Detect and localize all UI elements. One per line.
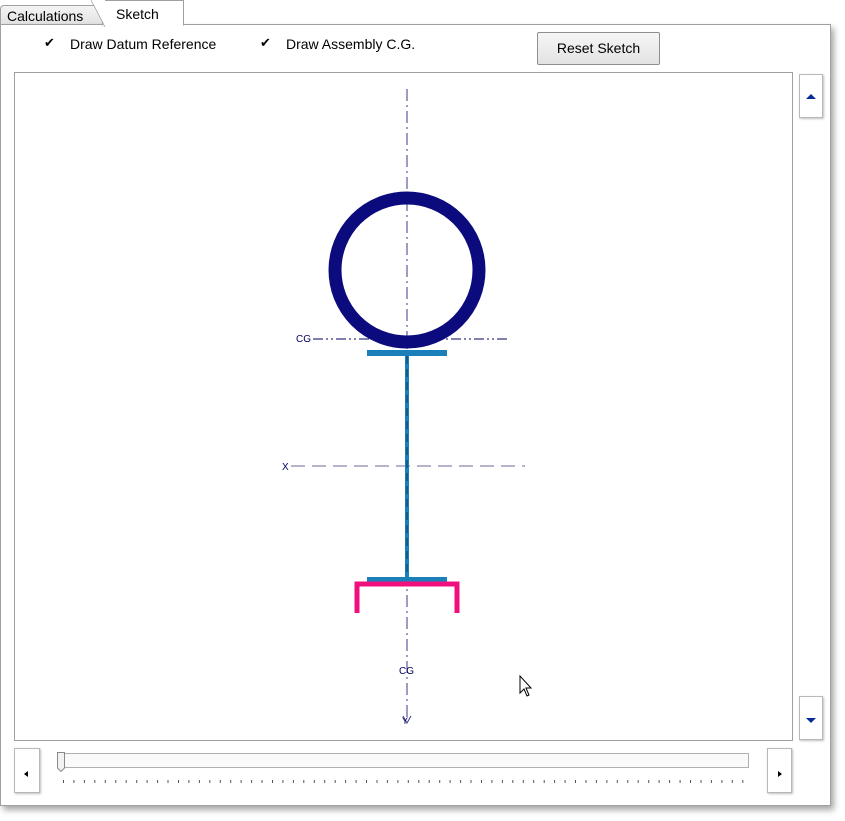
arrow-up-icon [800, 89, 822, 105]
slider-tick [261, 780, 263, 783]
slider-tick [345, 780, 347, 783]
draw-datum-reference-label: Draw Datum Reference [70, 36, 217, 52]
tab-calculations-label: Calculations [7, 8, 84, 24]
slider-tick [501, 780, 503, 783]
slider-tick [251, 780, 253, 783]
slider-ticks [61, 772, 749, 783]
slider-tick [366, 780, 367, 783]
slider-tick [63, 780, 64, 783]
slider-tick [449, 780, 451, 783]
sketch-drawing: CG X CG Y [282, 89, 533, 726]
slider-tick [439, 780, 441, 783]
slider-tick [575, 780, 576, 783]
checkmark-icon: ✔ [260, 35, 271, 50]
tab-sketch-label: Sketch [116, 6, 159, 22]
scroll-down-button[interactable] [799, 696, 823, 740]
zoom-slider-thumb[interactable] [57, 752, 65, 773]
mouse-cursor-icon [519, 674, 533, 697]
slider-tick [282, 780, 284, 783]
slider-tick [522, 780, 524, 783]
slider-tick [554, 780, 556, 783]
slider-tick [690, 780, 691, 783]
slider-tick [303, 780, 305, 783]
cg-top-label: CG [296, 334, 311, 345]
slider-tick [313, 780, 315, 783]
slider-tick [219, 780, 221, 783]
slider-tick [627, 780, 629, 783]
slider-tick [648, 780, 650, 783]
slider-tick [157, 780, 159, 783]
slider-tick [491, 780, 493, 783]
slider-tick [543, 780, 545, 783]
slider-tick [710, 780, 712, 783]
slider-tick [637, 780, 639, 783]
slider-tick [125, 780, 127, 783]
arrow-down-icon [800, 713, 822, 729]
draw-assembly-cg-label: Draw Assembly C.G. [286, 36, 416, 52]
slider-tick [355, 780, 357, 783]
slider-tick [386, 780, 388, 783]
checkmark-icon: ✔ [44, 35, 55, 50]
slider-tick [146, 780, 148, 783]
slider-tick [230, 780, 232, 783]
sketch-canvas[interactable]: CG X CG Y [14, 72, 793, 741]
slider-tick [94, 780, 96, 783]
slider-tick [721, 780, 723, 783]
scroll-up-button[interactable] [799, 74, 823, 118]
slider-tick [407, 780, 409, 783]
slider-tick [564, 780, 566, 783]
slider-tick [616, 780, 618, 783]
slider-tick [272, 780, 273, 783]
slider-left-button[interactable] [14, 748, 40, 793]
cg-bottom-label: CG [399, 666, 414, 677]
x-axis-label: X [282, 462, 289, 473]
arrow-right-icon [768, 766, 791, 782]
slider-tick [83, 780, 85, 783]
y-axis-label: Y [402, 716, 408, 726]
beam-top-flange [367, 350, 447, 356]
slider-tick [73, 780, 75, 783]
slider-tick [595, 780, 597, 783]
slider-tick [669, 780, 671, 783]
tab-sketch[interactable]: Sketch [91, 0, 184, 27]
slider-tick [397, 780, 399, 783]
slider-tick [376, 780, 378, 783]
slider-tick [198, 780, 200, 783]
slider-tick [104, 780, 106, 783]
slider-tick [240, 780, 242, 783]
slider-tick [470, 780, 472, 783]
zoom-slider-track[interactable] [59, 753, 749, 768]
slider-tick [460, 780, 462, 783]
slider-tick [679, 780, 681, 783]
slider-tick [136, 780, 138, 783]
arrow-left-icon [15, 766, 39, 782]
slider-tick [324, 780, 326, 783]
slider-tick [209, 780, 211, 783]
slider-tick [742, 780, 744, 783]
slider-tick [178, 780, 179, 783]
slider-tick [428, 780, 430, 783]
slider-tick [585, 780, 587, 783]
slider-tick [334, 780, 336, 783]
slider-right-button[interactable] [767, 748, 792, 793]
slider-tick [700, 780, 702, 783]
slider-tick [292, 780, 294, 783]
slider-tick [731, 780, 733, 783]
slider-tick [167, 780, 169, 783]
slider-tick [481, 780, 482, 783]
slider-tick [115, 780, 117, 783]
slider-tick [658, 780, 660, 783]
reset-sketch-button[interactable]: Reset Sketch [537, 32, 660, 65]
slider-tick [606, 780, 608, 783]
slider-tick [418, 780, 420, 783]
slider-tick [512, 780, 514, 783]
slider-tick [533, 780, 535, 783]
slider-tick [188, 780, 190, 783]
